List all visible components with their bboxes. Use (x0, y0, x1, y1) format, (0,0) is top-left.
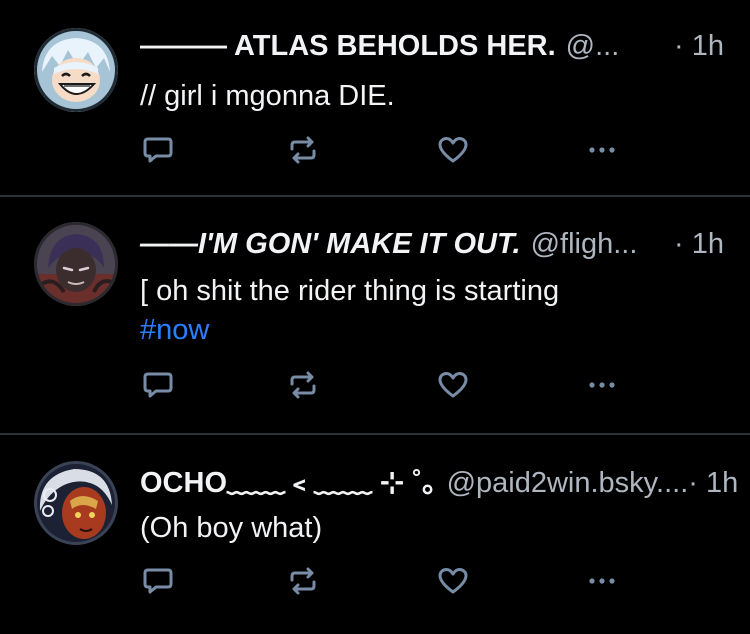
like-button[interactable] (435, 369, 471, 401)
avatar[interactable] (34, 461, 118, 545)
post-actions (140, 134, 630, 166)
timestamp[interactable]: · 1h (674, 26, 724, 66)
post-header: OCHO﹏﹏﹤﹏﹏ ⊹ ˚｡ @paid2win.bsky.... · 1h (140, 463, 738, 503)
post[interactable]: OCHO﹏﹏﹤﹏﹏ ⊹ ˚｡ @paid2win.bsky.... · 1h (… (0, 435, 750, 634)
speech-bubble-icon (143, 137, 173, 163)
display-name[interactable]: ——— ATLAS BEHOLDS HER. (140, 26, 556, 66)
timestamp[interactable]: · 1h (688, 463, 738, 503)
like-button[interactable] (435, 134, 471, 166)
repost-button[interactable] (285, 369, 321, 401)
speech-bubble-icon (143, 568, 173, 594)
more-options-button[interactable] (584, 369, 620, 401)
post-actions (140, 369, 630, 401)
post-text: [ oh shit the rider thing is starting #n… (140, 272, 720, 350)
avatar[interactable] (34, 222, 118, 306)
repost-arrows-icon (290, 136, 316, 164)
more-options-button[interactable] (584, 134, 620, 166)
post-text: // girl i mgonna DIE. (140, 77, 720, 116)
like-button[interactable] (435, 565, 471, 597)
heart-icon (438, 372, 468, 398)
post-body: (Oh boy what) (140, 512, 323, 544)
ellipsis-icon (589, 382, 615, 388)
post-header: ——I'M GON' MAKE IT OUT. @fligh... · 1h (140, 224, 724, 264)
speech-bubble-icon (143, 372, 173, 398)
heart-icon (438, 568, 468, 594)
reply-button[interactable] (140, 134, 176, 166)
ellipsis-icon (589, 578, 615, 584)
display-name[interactable]: OCHO﹏﹏﹤﹏﹏ ⊹ ˚｡ (140, 463, 437, 503)
post-feed: ——— ATLAS BEHOLDS HER. @... · 1h // girl… (0, 0, 750, 634)
post[interactable]: ——— ATLAS BEHOLDS HER. @... · 1h // girl… (0, 0, 750, 197)
avatar[interactable] (34, 28, 118, 112)
repost-button[interactable] (285, 565, 321, 597)
post[interactable]: ——I'M GON' MAKE IT OUT. @fligh... · 1h [… (0, 197, 750, 435)
post-body: [ oh shit the rider thing is starting (140, 275, 560, 307)
heart-icon (438, 137, 468, 163)
hashtag-link[interactable]: #now (140, 314, 209, 346)
handle[interactable]: @paid2win.bsky.... (447, 463, 689, 503)
repost-button[interactable] (285, 134, 321, 166)
repost-arrows-icon (290, 371, 316, 399)
ellipsis-icon (589, 147, 615, 153)
post-actions (140, 565, 630, 597)
more-options-button[interactable] (584, 565, 620, 597)
timestamp[interactable]: · 1h (674, 224, 724, 264)
display-name[interactable]: ——I'M GON' MAKE IT OUT. (140, 224, 521, 264)
handle[interactable]: @fligh... (531, 224, 638, 264)
reply-button[interactable] (140, 565, 176, 597)
repost-arrows-icon (290, 567, 316, 595)
handle[interactable]: @... (566, 26, 620, 66)
post-header: ——— ATLAS BEHOLDS HER. @... · 1h (140, 26, 724, 66)
reply-button[interactable] (140, 369, 176, 401)
post-text: (Oh boy what) (140, 509, 720, 548)
post-body: // girl i mgonna DIE. (140, 80, 395, 112)
